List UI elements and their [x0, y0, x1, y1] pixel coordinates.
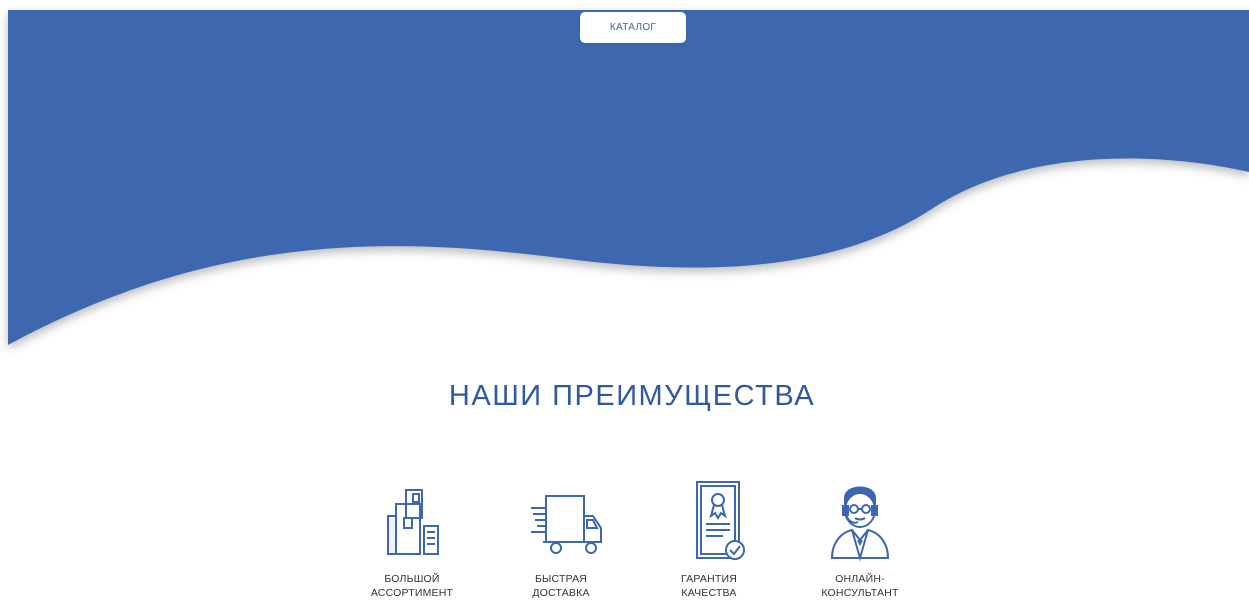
- feature-consultant: ОНЛАЙН- КОНСУЛЬТАНТ: [795, 478, 925, 600]
- online-consultant-icon: [830, 486, 890, 562]
- hero-banner: КАТАЛОГ: [0, 0, 1249, 360]
- wave-background: [8, 10, 1249, 345]
- feature-consultant-label: ОНЛАЙН- КОНСУЛЬТАНТ: [821, 573, 899, 599]
- delivery-truck-icon: [531, 495, 602, 554]
- catalog-button[interactable]: КАТАЛОГ: [580, 12, 686, 43]
- quality-certificate-icon: [696, 481, 745, 560]
- feature-delivery: БЫСТРАЯ ДОСТАВКА: [496, 478, 626, 600]
- assortment-icon: [387, 489, 439, 555]
- feature-quality: ГАРАНТИЯ КАЧЕСТВА: [644, 478, 774, 600]
- feature-quality-label: ГАРАНТИЯ КАЧЕСТВА: [680, 573, 738, 599]
- advantages-title: НАШИ ПРЕИМУЩЕСТВА: [448, 380, 816, 412]
- feature-assortment-label: БОЛЬШОЙ АССОРТИМЕНТ: [370, 573, 454, 599]
- feature-assortment: БОЛЬШОЙ АССОРТИМЕНТ: [347, 478, 477, 600]
- feature-delivery-label: БЫСТРАЯ ДОСТАВКА: [532, 573, 590, 599]
